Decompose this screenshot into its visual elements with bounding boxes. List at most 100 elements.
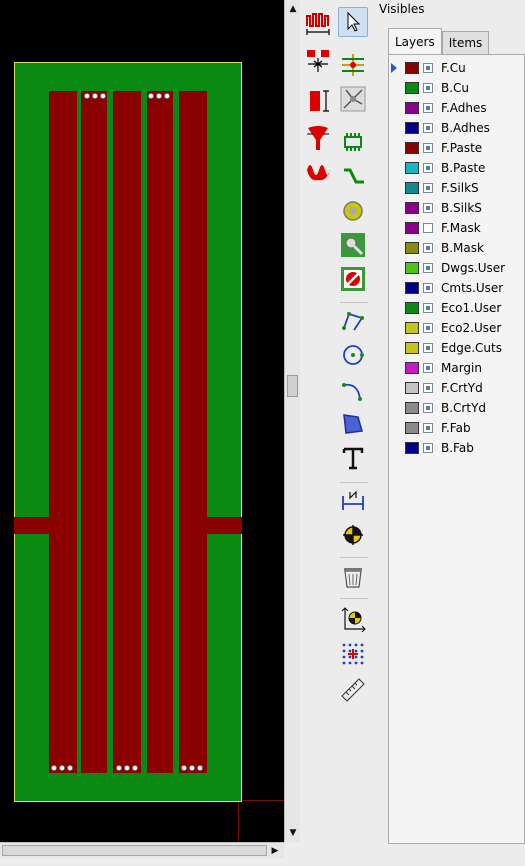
layer-row[interactable]: B.Paste bbox=[389, 159, 525, 179]
layer-visibility-checkbox[interactable] bbox=[423, 123, 433, 133]
layer-color-swatch[interactable] bbox=[405, 182, 419, 194]
via bbox=[197, 765, 203, 771]
layer-color-swatch[interactable] bbox=[405, 382, 419, 394]
scroll-up-icon[interactable]: ▲ bbox=[288, 4, 298, 14]
layer-row[interactable]: B.Mask bbox=[389, 239, 525, 259]
vertical-scrollbar[interactable]: ▲ ▼ bbox=[284, 0, 300, 842]
add-polygon-icon[interactable] bbox=[338, 409, 368, 439]
microwave-arc-stub-icon[interactable] bbox=[303, 123, 333, 153]
layer-color-swatch[interactable] bbox=[405, 102, 419, 114]
layer-visibility-checkbox[interactable] bbox=[423, 283, 433, 293]
add-arc-icon[interactable] bbox=[338, 375, 368, 405]
microwave-tools-icon[interactable] bbox=[303, 7, 333, 37]
via-group bbox=[84, 93, 106, 99]
layer-visibility-checkbox[interactable] bbox=[423, 323, 433, 333]
via-group bbox=[148, 93, 170, 99]
layer-color-swatch[interactable] bbox=[405, 142, 419, 154]
layer-visibility-checkbox[interactable] bbox=[423, 143, 433, 153]
layer-label: B.Fab bbox=[441, 441, 474, 455]
add-target-icon[interactable] bbox=[338, 520, 368, 550]
layer-row[interactable]: F.SilkS bbox=[389, 179, 525, 199]
local-ratsnest-icon[interactable] bbox=[338, 84, 368, 114]
layer-row[interactable]: B.SilkS bbox=[389, 199, 525, 219]
horizontal-scrollbar[interactable]: ▶ bbox=[0, 842, 284, 858]
layer-row[interactable]: B.Cu bbox=[389, 79, 525, 99]
layer-visibility-checkbox[interactable] bbox=[423, 383, 433, 393]
layer-color-swatch[interactable] bbox=[405, 442, 419, 454]
layer-row[interactable]: B.Adhes bbox=[389, 119, 525, 139]
layer-color-swatch[interactable] bbox=[405, 282, 419, 294]
layer-visibility-checkbox[interactable] bbox=[423, 163, 433, 173]
layer-row[interactable]: Margin bbox=[389, 359, 525, 379]
layer-color-swatch[interactable] bbox=[405, 362, 419, 374]
layer-row[interactable]: B.CrtYd bbox=[389, 399, 525, 419]
layer-color-swatch[interactable] bbox=[405, 82, 419, 94]
layer-row[interactable]: F.Paste bbox=[389, 139, 525, 159]
layer-color-swatch[interactable] bbox=[405, 262, 419, 274]
layer-row[interactable]: F.Mask bbox=[389, 219, 525, 239]
route-track-icon[interactable] bbox=[338, 162, 368, 192]
add-line-icon[interactable] bbox=[338, 306, 368, 336]
layer-visibility-checkbox[interactable] bbox=[423, 63, 433, 73]
layer-row[interactable]: Dwgs.User bbox=[389, 259, 525, 279]
add-circle-icon[interactable] bbox=[338, 340, 368, 370]
layer-color-swatch[interactable] bbox=[405, 302, 419, 314]
layer-row[interactable]: F.Adhes bbox=[389, 99, 525, 119]
scroll-right-icon[interactable]: ▶ bbox=[270, 846, 280, 856]
layer-color-swatch[interactable] bbox=[405, 322, 419, 334]
tab-items[interactable]: Items bbox=[441, 31, 490, 54]
layer-color-swatch[interactable] bbox=[405, 222, 419, 234]
layer-visibility-checkbox[interactable] bbox=[423, 443, 433, 453]
microwave-gap-icon[interactable] bbox=[303, 45, 333, 75]
layer-visibility-checkbox[interactable] bbox=[423, 103, 433, 113]
grid-origin-icon[interactable] bbox=[338, 639, 368, 669]
highlight-net-icon[interactable] bbox=[338, 50, 368, 80]
layer-color-swatch[interactable] bbox=[405, 202, 419, 214]
microwave-stub-icon[interactable] bbox=[303, 86, 333, 116]
layer-visibility-checkbox[interactable] bbox=[423, 363, 433, 373]
measure-icon[interactable] bbox=[338, 673, 368, 703]
layer-visibility-checkbox[interactable] bbox=[423, 263, 433, 273]
layer-visibility-checkbox[interactable] bbox=[423, 183, 433, 193]
layer-visibility-checkbox[interactable] bbox=[423, 403, 433, 413]
layer-row[interactable]: Eco1.User bbox=[389, 299, 525, 319]
scroll-down-icon[interactable]: ▼ bbox=[288, 828, 298, 838]
layer-visibility-checkbox[interactable] bbox=[423, 303, 433, 313]
layer-row[interactable]: Cmts.User bbox=[389, 279, 525, 299]
layer-row[interactable]: F.CrtYd bbox=[389, 379, 525, 399]
layer-row[interactable]: F.Fab bbox=[389, 419, 525, 439]
add-zone-icon[interactable] bbox=[338, 230, 368, 260]
add-dimension-icon[interactable] bbox=[338, 486, 368, 516]
select-pointer-icon[interactable] bbox=[338, 7, 368, 37]
add-via-icon[interactable] bbox=[338, 196, 368, 226]
layer-label: Margin bbox=[441, 361, 482, 375]
add-text-icon[interactable] bbox=[338, 443, 368, 473]
layer-visibility-checkbox[interactable] bbox=[423, 243, 433, 253]
microwave-polygon-shape-icon[interactable] bbox=[303, 155, 333, 185]
set-origin-icon[interactable] bbox=[338, 604, 368, 634]
layer-color-swatch[interactable] bbox=[405, 422, 419, 434]
layer-row[interactable]: B.Fab bbox=[389, 439, 525, 459]
layer-color-swatch[interactable] bbox=[405, 342, 419, 354]
panel-title: Visibles bbox=[379, 2, 425, 16]
tab-layers[interactable]: Layers bbox=[388, 28, 442, 54]
scroll-thumb[interactable] bbox=[287, 375, 298, 397]
layer-visibility-checkbox[interactable] bbox=[423, 203, 433, 213]
delete-icon[interactable] bbox=[338, 562, 368, 592]
layer-visibility-checkbox[interactable] bbox=[423, 83, 433, 93]
add-keepout-icon[interactable] bbox=[338, 264, 368, 294]
layer-color-swatch[interactable] bbox=[405, 62, 419, 74]
layer-visibility-checkbox[interactable] bbox=[423, 423, 433, 433]
add-footprint-icon[interactable] bbox=[338, 127, 368, 157]
pcb-canvas[interactable] bbox=[0, 0, 284, 842]
layer-row[interactable]: F.Cu bbox=[389, 59, 525, 79]
layer-color-swatch[interactable] bbox=[405, 242, 419, 254]
layer-visibility-checkbox[interactable] bbox=[423, 223, 433, 233]
layer-color-swatch[interactable] bbox=[405, 162, 419, 174]
layer-color-swatch[interactable] bbox=[405, 402, 419, 414]
layer-row[interactable]: Edge.Cuts bbox=[389, 339, 525, 359]
layer-color-swatch[interactable] bbox=[405, 122, 419, 134]
scroll-thumb[interactable] bbox=[2, 845, 267, 856]
layer-row[interactable]: Eco2.User bbox=[389, 319, 525, 339]
layer-visibility-checkbox[interactable] bbox=[423, 343, 433, 353]
